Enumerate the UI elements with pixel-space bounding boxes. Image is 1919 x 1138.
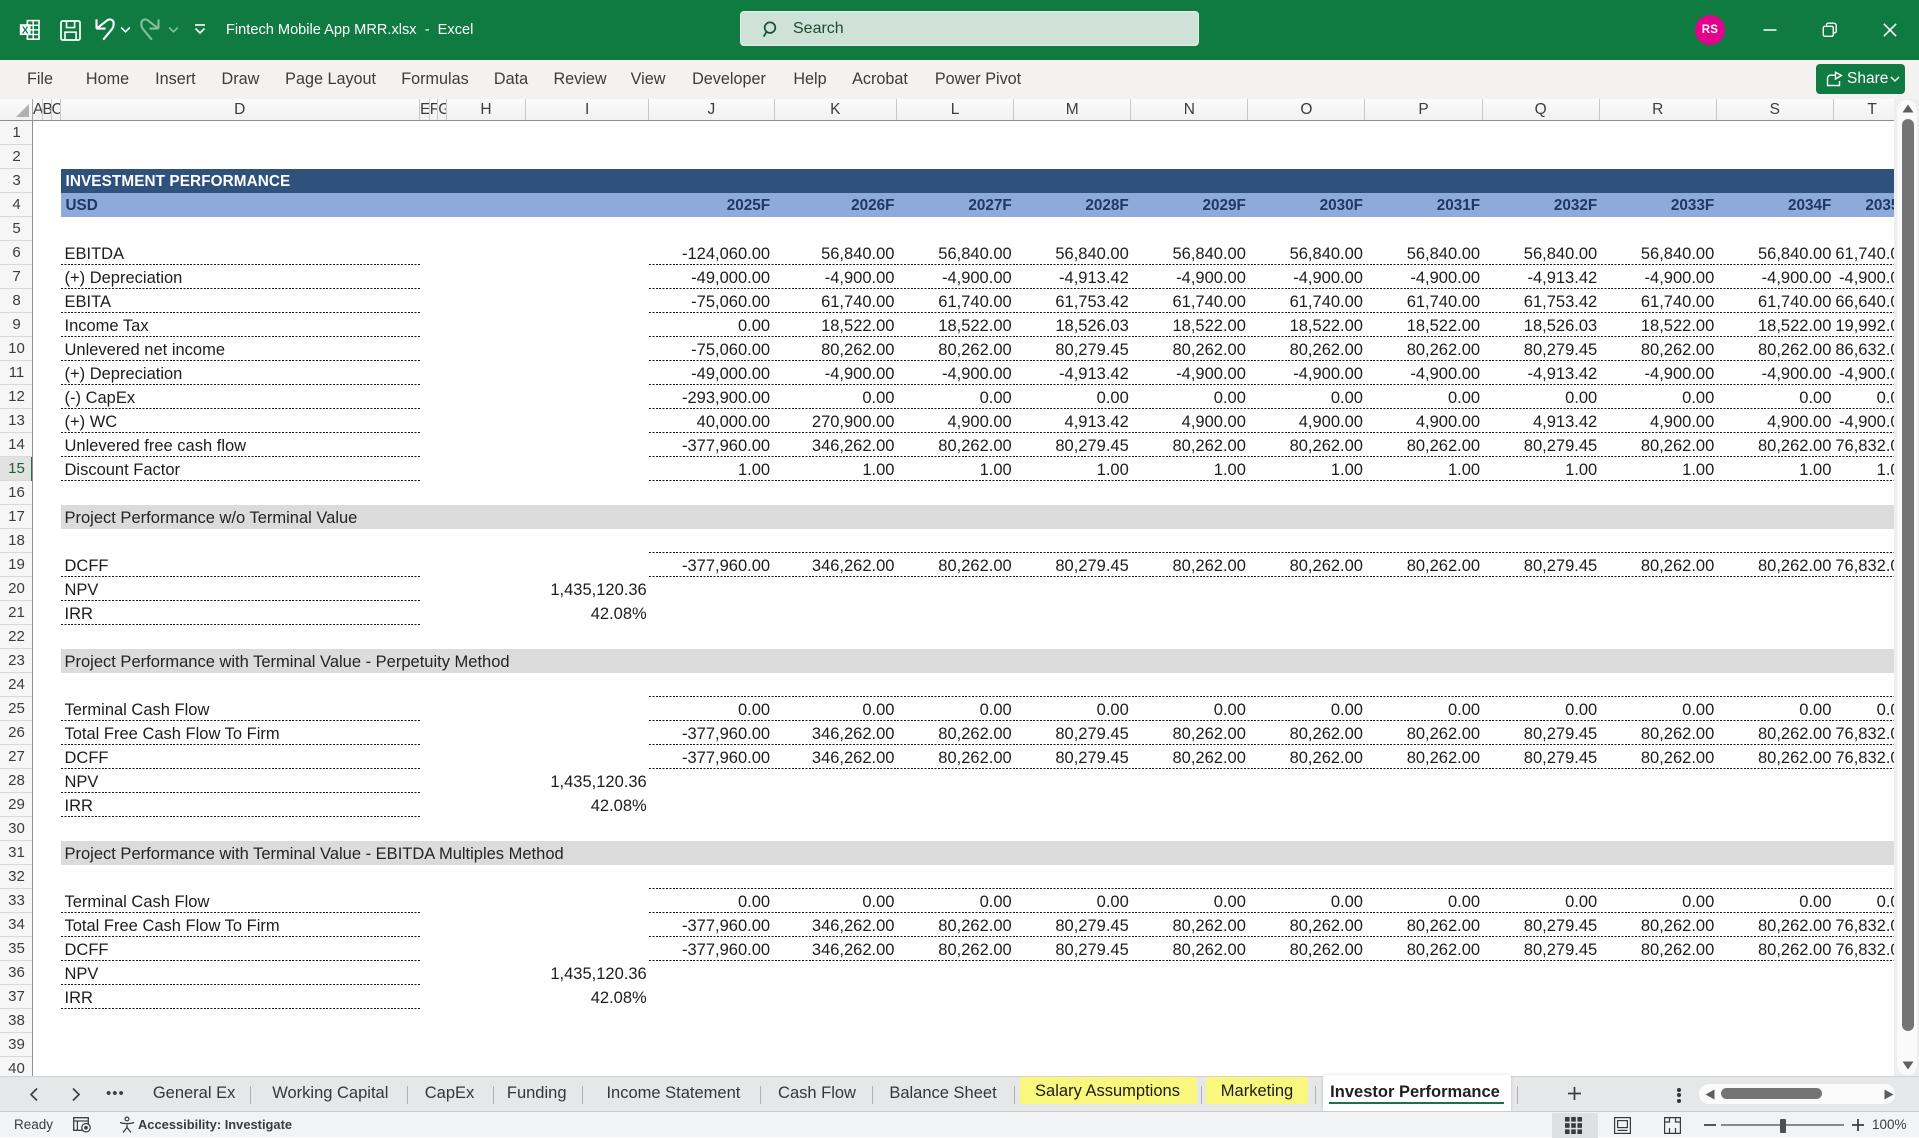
svg-text:X: X (22, 25, 29, 36)
